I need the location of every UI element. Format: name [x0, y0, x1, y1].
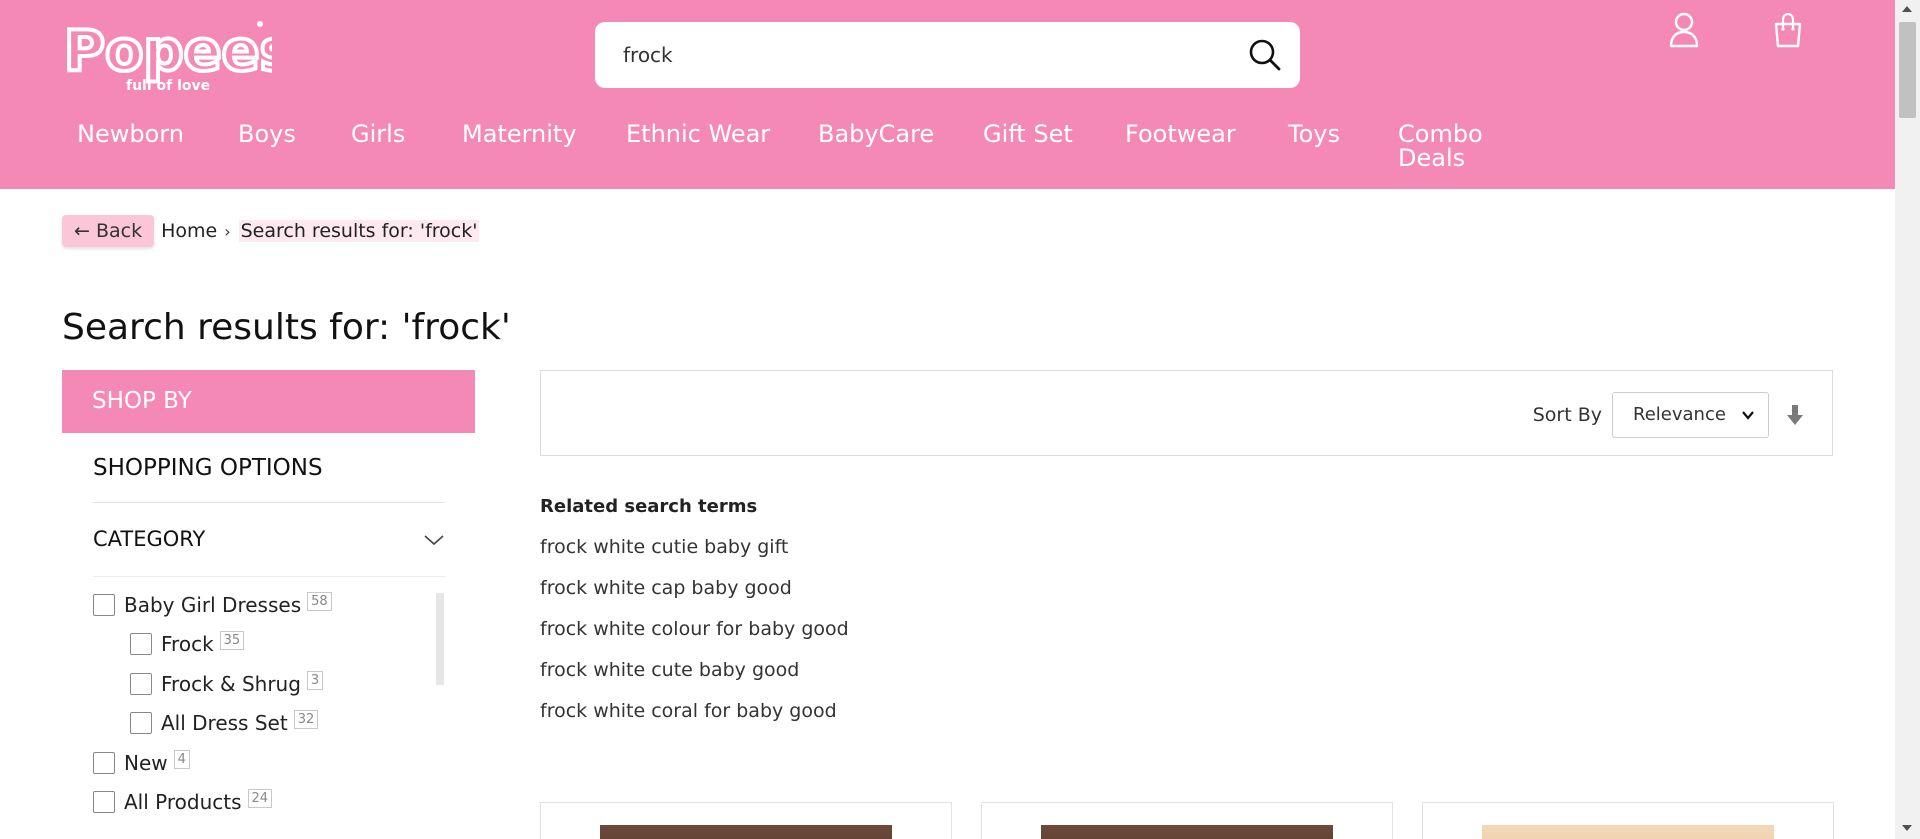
product-card[interactable]: [1422, 802, 1834, 839]
scrollbar-thumb[interactable]: [1899, 22, 1916, 118]
nav-newborn[interactable]: Newborn: [77, 122, 184, 146]
user-icon[interactable]: [1668, 12, 1700, 48]
product-image[interactable]: [1041, 825, 1333, 839]
popees-logo[interactable]: Popees full of love: [62, 17, 295, 96]
shopping-options-heading: SHOPPING OPTIONS: [93, 455, 323, 481]
filter-count: 3: [306, 670, 324, 690]
sidebar-divider: [93, 502, 445, 503]
nav-boys[interactable]: Boys: [238, 122, 296, 146]
product-image[interactable]: [600, 825, 892, 839]
breadcrumb-home[interactable]: Home: [161, 220, 217, 242]
related-term-link[interactable]: frock white coral for baby good: [540, 700, 837, 722]
nav-ethnic-wear[interactable]: Ethnic Wear: [626, 122, 770, 146]
related-term-link[interactable]: frock white cap baby good: [540, 577, 792, 599]
page-title: Search results for: 'frock': [62, 307, 511, 348]
search-icon[interactable]: [1248, 38, 1282, 72]
sort-select-value: Relevance: [1633, 404, 1726, 425]
product-card[interactable]: [540, 802, 952, 839]
svg-text:Popees: Popees: [64, 19, 272, 84]
filter-label: All Dress Set: [161, 711, 288, 735]
sidebar-divider: [93, 576, 445, 577]
checkbox[interactable]: [130, 673, 152, 695]
product-image[interactable]: [1482, 825, 1774, 839]
filter-label: Frock & Shrug: [161, 672, 301, 696]
nav-combo-deals[interactable]: Combo Deals: [1398, 122, 1488, 170]
main-nav: Newborn Boys Girls Maternity Ethnic Wear…: [0, 122, 1895, 182]
filter-count: 4: [173, 749, 190, 769]
filter-all-dress-set[interactable]: All Dress Set 32: [130, 709, 319, 735]
filter-list-scrollbar[interactable]: [436, 593, 444, 685]
filter-label: Frock: [161, 632, 214, 656]
page-scrollbar[interactable]: [1895, 0, 1920, 839]
related-term-link[interactable]: frock white colour for baby good: [540, 618, 849, 640]
sort-toolbar: Sort By Relevance: [540, 370, 1833, 456]
shop-by-header: SHOP BY: [62, 370, 475, 433]
filter-count: 35: [219, 630, 245, 650]
category-label: CATEGORY: [93, 527, 206, 551]
related-term-link[interactable]: frock white cutie baby gift: [540, 536, 788, 558]
sort-direction-arrow-icon[interactable]: [1786, 404, 1804, 426]
nav-babycare[interactable]: BabyCare: [818, 122, 934, 146]
chevron-down-icon: [424, 535, 444, 546]
category-filter-toggle[interactable]: CATEGORY: [93, 527, 445, 551]
checkbox[interactable]: [130, 633, 152, 655]
nav-toys[interactable]: Toys: [1288, 122, 1340, 146]
chevron-down-icon: [1742, 411, 1754, 420]
checkbox[interactable]: [93, 594, 115, 616]
search-bar: [595, 22, 1300, 88]
nav-girls[interactable]: Girls: [351, 122, 405, 146]
checkbox[interactable]: [130, 712, 152, 734]
logo-graphic: Popees full of love: [62, 17, 295, 94]
filter-label: All Products: [124, 790, 242, 814]
chevron-right-icon: ›: [224, 221, 231, 241]
filter-baby-girl-dresses[interactable]: Baby Girl Dresses 58: [93, 591, 332, 617]
svg-text:full of love: full of love: [126, 78, 210, 94]
product-card[interactable]: [981, 802, 1393, 839]
filter-label: New: [124, 751, 168, 775]
checkbox[interactable]: [93, 791, 115, 813]
filter-count: 24: [247, 788, 273, 808]
breadcrumb-current: Search results for: 'frock': [238, 220, 480, 242]
site-header: Popees full of love Newborn Boys G: [0, 0, 1895, 189]
scroll-down-arrow-icon[interactable]: [1902, 825, 1912, 831]
nav-maternity[interactable]: Maternity: [462, 122, 577, 146]
sort-select[interactable]: Relevance: [1612, 392, 1769, 438]
filter-frock-and-shrug[interactable]: Frock & Shrug 3: [130, 670, 324, 696]
shopping-bag-icon[interactable]: [1772, 12, 1804, 48]
filter-count: 58: [307, 591, 332, 611]
filter-new[interactable]: New 4: [93, 749, 190, 775]
checkbox[interactable]: [93, 752, 115, 774]
filter-all-products[interactable]: All Products 24: [93, 788, 273, 814]
related-terms-title: Related search terms: [540, 496, 758, 517]
related-term-link[interactable]: frock white cute baby good: [540, 659, 799, 681]
nav-gift-set[interactable]: Gift Set: [983, 122, 1073, 146]
filter-count: 32: [293, 709, 319, 729]
sort-by-label: Sort By: [1532, 404, 1602, 426]
search-input[interactable]: [623, 36, 1223, 74]
filter-frock[interactable]: Frock 35: [130, 630, 245, 656]
breadcrumb: ← Back Home › Search results for: 'frock…: [62, 215, 480, 247]
filter-label: Baby Girl Dresses: [124, 593, 302, 617]
nav-footwear[interactable]: Footwear: [1125, 122, 1236, 146]
scroll-up-arrow-icon[interactable]: [1902, 6, 1912, 12]
back-button[interactable]: ← Back: [62, 215, 155, 247]
